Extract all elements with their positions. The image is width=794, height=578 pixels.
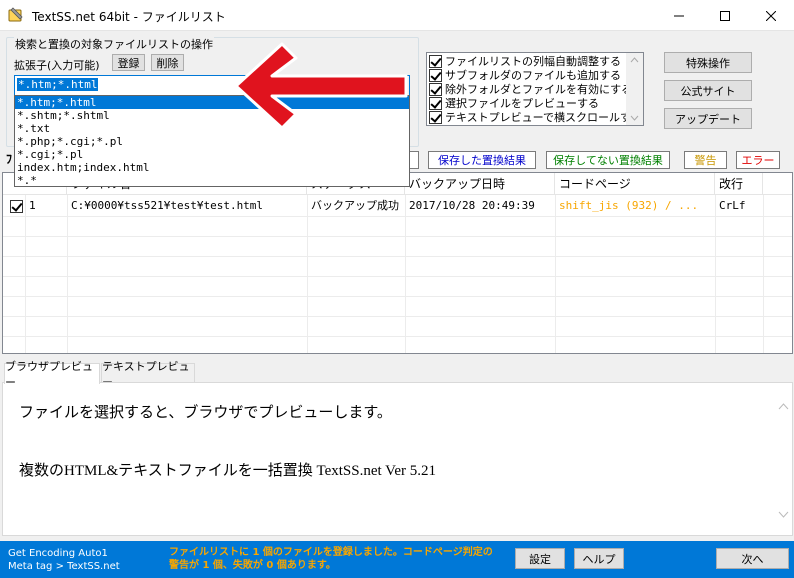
window-title: TextSS.net 64bit - ファイルリスト	[32, 10, 226, 24]
scroll-down-icon	[630, 115, 639, 121]
row-divider	[3, 296, 792, 297]
scroll-up-icon	[778, 403, 789, 410]
col-divider	[307, 195, 308, 353]
cell-newline: CrLf	[719, 199, 746, 212]
col-divider	[67, 195, 68, 353]
tab-text-preview[interactable]: テキストプレビュー	[101, 360, 195, 389]
cell-backup-time: 2017/10/28 20:49:39	[409, 199, 535, 212]
maximize-icon	[720, 10, 730, 21]
option-horizontal-scroll[interactable]: テキストプレビューで横スクロールする	[429, 110, 642, 124]
col-divider	[405, 195, 406, 353]
file-list-grid[interactable]: ファイル名 ステータス バックアップ日時 コードページ 改行 1 C:¥0000…	[2, 172, 793, 354]
settings-button[interactable]: 設定	[515, 548, 565, 569]
tab-browser-preview[interactable]: ブラウザプレビュー	[4, 360, 100, 389]
option-autofit-columns[interactable]: ファイルリストの列幅自動調整する	[429, 54, 621, 68]
cell-no: 1	[29, 199, 36, 212]
update-button[interactable]: アップデート	[664, 108, 752, 129]
cell-filename: C:¥0000¥tss521¥test¥test.html	[71, 199, 264, 212]
group-title: 検索と置換の対象ファイルリストの操作	[14, 36, 214, 52]
scroll-down-icon	[778, 511, 789, 518]
dropdown-option[interactable]: *.cgi;*.pl	[15, 148, 409, 161]
dropdown-option[interactable]: *.php;*.cgi;*.pl	[15, 135, 409, 148]
scroll-up-icon	[630, 57, 639, 63]
minimize-button[interactable]	[656, 0, 702, 31]
checkbox[interactable]	[429, 110, 442, 124]
row-checkbox[interactable]	[10, 200, 23, 213]
encoding-info: Get Encoding Auto1 Meta tag > TextSS.net	[8, 547, 120, 573]
extension-label: 拡張子(入力可能)	[14, 59, 100, 72]
next-button[interactable]: 次へ	[716, 548, 789, 569]
row-divider	[3, 276, 792, 277]
column-header-backup-time[interactable]: バックアップ日時	[405, 173, 555, 195]
option-include-subfolders[interactable]: サブフォルダのファイルも追加する	[429, 68, 621, 82]
close-icon	[766, 10, 776, 21]
row-divider	[3, 256, 792, 257]
encoding-line-2: Meta tag > TextSS.net	[8, 561, 120, 572]
status-bar: Get Encoding Auto1 Meta tag > TextSS.net…	[0, 541, 794, 578]
red-arrow-annotation	[234, 42, 408, 130]
preview-message: ファイルを選択すると、ブラウザでプレビューします。	[19, 405, 392, 421]
option-label: テキストプレビューで横スクロールする	[445, 111, 643, 124]
row-divider	[3, 316, 792, 317]
dropdown-option[interactable]: index.htm;index.html	[15, 161, 409, 174]
cell-status: バックアップ成功	[311, 199, 399, 212]
dropdown-option[interactable]: *.*	[15, 174, 409, 187]
preview-app-description: 複数のHTML&テキストファイルを一括置換 TextSS.net Ver 5.2…	[19, 463, 436, 479]
truncated-label: ﾌ	[6, 152, 13, 166]
extension-combobox-value: *.htm;*.html	[17, 78, 99, 91]
col-divider	[763, 195, 764, 353]
close-button[interactable]	[748, 0, 794, 31]
saved-results-button[interactable]: 保存した置換結果	[428, 151, 536, 169]
app-icon	[8, 7, 23, 22]
help-button[interactable]: ヘルプ	[574, 548, 624, 569]
maximize-button[interactable]	[702, 0, 748, 31]
special-operations-button[interactable]: 特殊操作	[664, 52, 752, 73]
col-divider	[715, 195, 716, 353]
title-bar: TextSS.net 64bit - ファイルリスト	[0, 0, 794, 31]
row-divider	[3, 336, 792, 337]
error-filter-button[interactable]: エラー	[736, 151, 780, 169]
official-site-button[interactable]: 公式サイト	[664, 80, 752, 101]
hidden-filter-button[interactable]	[410, 151, 419, 169]
preview-pane: ファイルを選択すると、ブラウザでプレビューします。 複数のHTML&テキストファ…	[2, 382, 793, 536]
options-checklist: ファイルリストの列幅自動調整する サブフォルダのファイルも追加する 除外フォルダ…	[426, 52, 644, 126]
row-divider	[3, 216, 792, 217]
checkbox[interactable]	[429, 96, 442, 110]
options-scrollbar[interactable]	[626, 53, 643, 125]
delete-button[interactable]: 削除	[151, 54, 184, 71]
checkbox[interactable]	[429, 82, 442, 96]
cell-codepage: shift_jis (932) / ...	[559, 199, 699, 212]
encoding-line-1: Get Encoding Auto1	[8, 548, 108, 559]
preview-scrollbar[interactable]	[775, 383, 792, 535]
register-button[interactable]: 登録	[112, 54, 145, 71]
checkbox[interactable]	[429, 68, 442, 82]
unsaved-results-button[interactable]: 保存してない置換結果	[546, 151, 670, 169]
col-divider	[25, 195, 26, 353]
option-enable-exclusions[interactable]: 除外フォルダとファイルを有効にする	[429, 82, 632, 96]
warning-filter-button[interactable]: 警告	[684, 151, 727, 169]
option-preview-selected[interactable]: 選択ファイルをプレビューする	[429, 96, 599, 110]
col-divider	[555, 195, 556, 353]
row-divider	[3, 236, 792, 237]
minimize-icon	[674, 15, 684, 16]
checkbox[interactable]	[429, 54, 442, 68]
column-header-newline[interactable]: 改行	[715, 173, 763, 195]
column-header-codepage[interactable]: コードページ	[555, 173, 715, 195]
status-message: ファイルリストに 1 個のファイルを登録しました。コードページ判定の警告が 1 …	[169, 547, 493, 571]
